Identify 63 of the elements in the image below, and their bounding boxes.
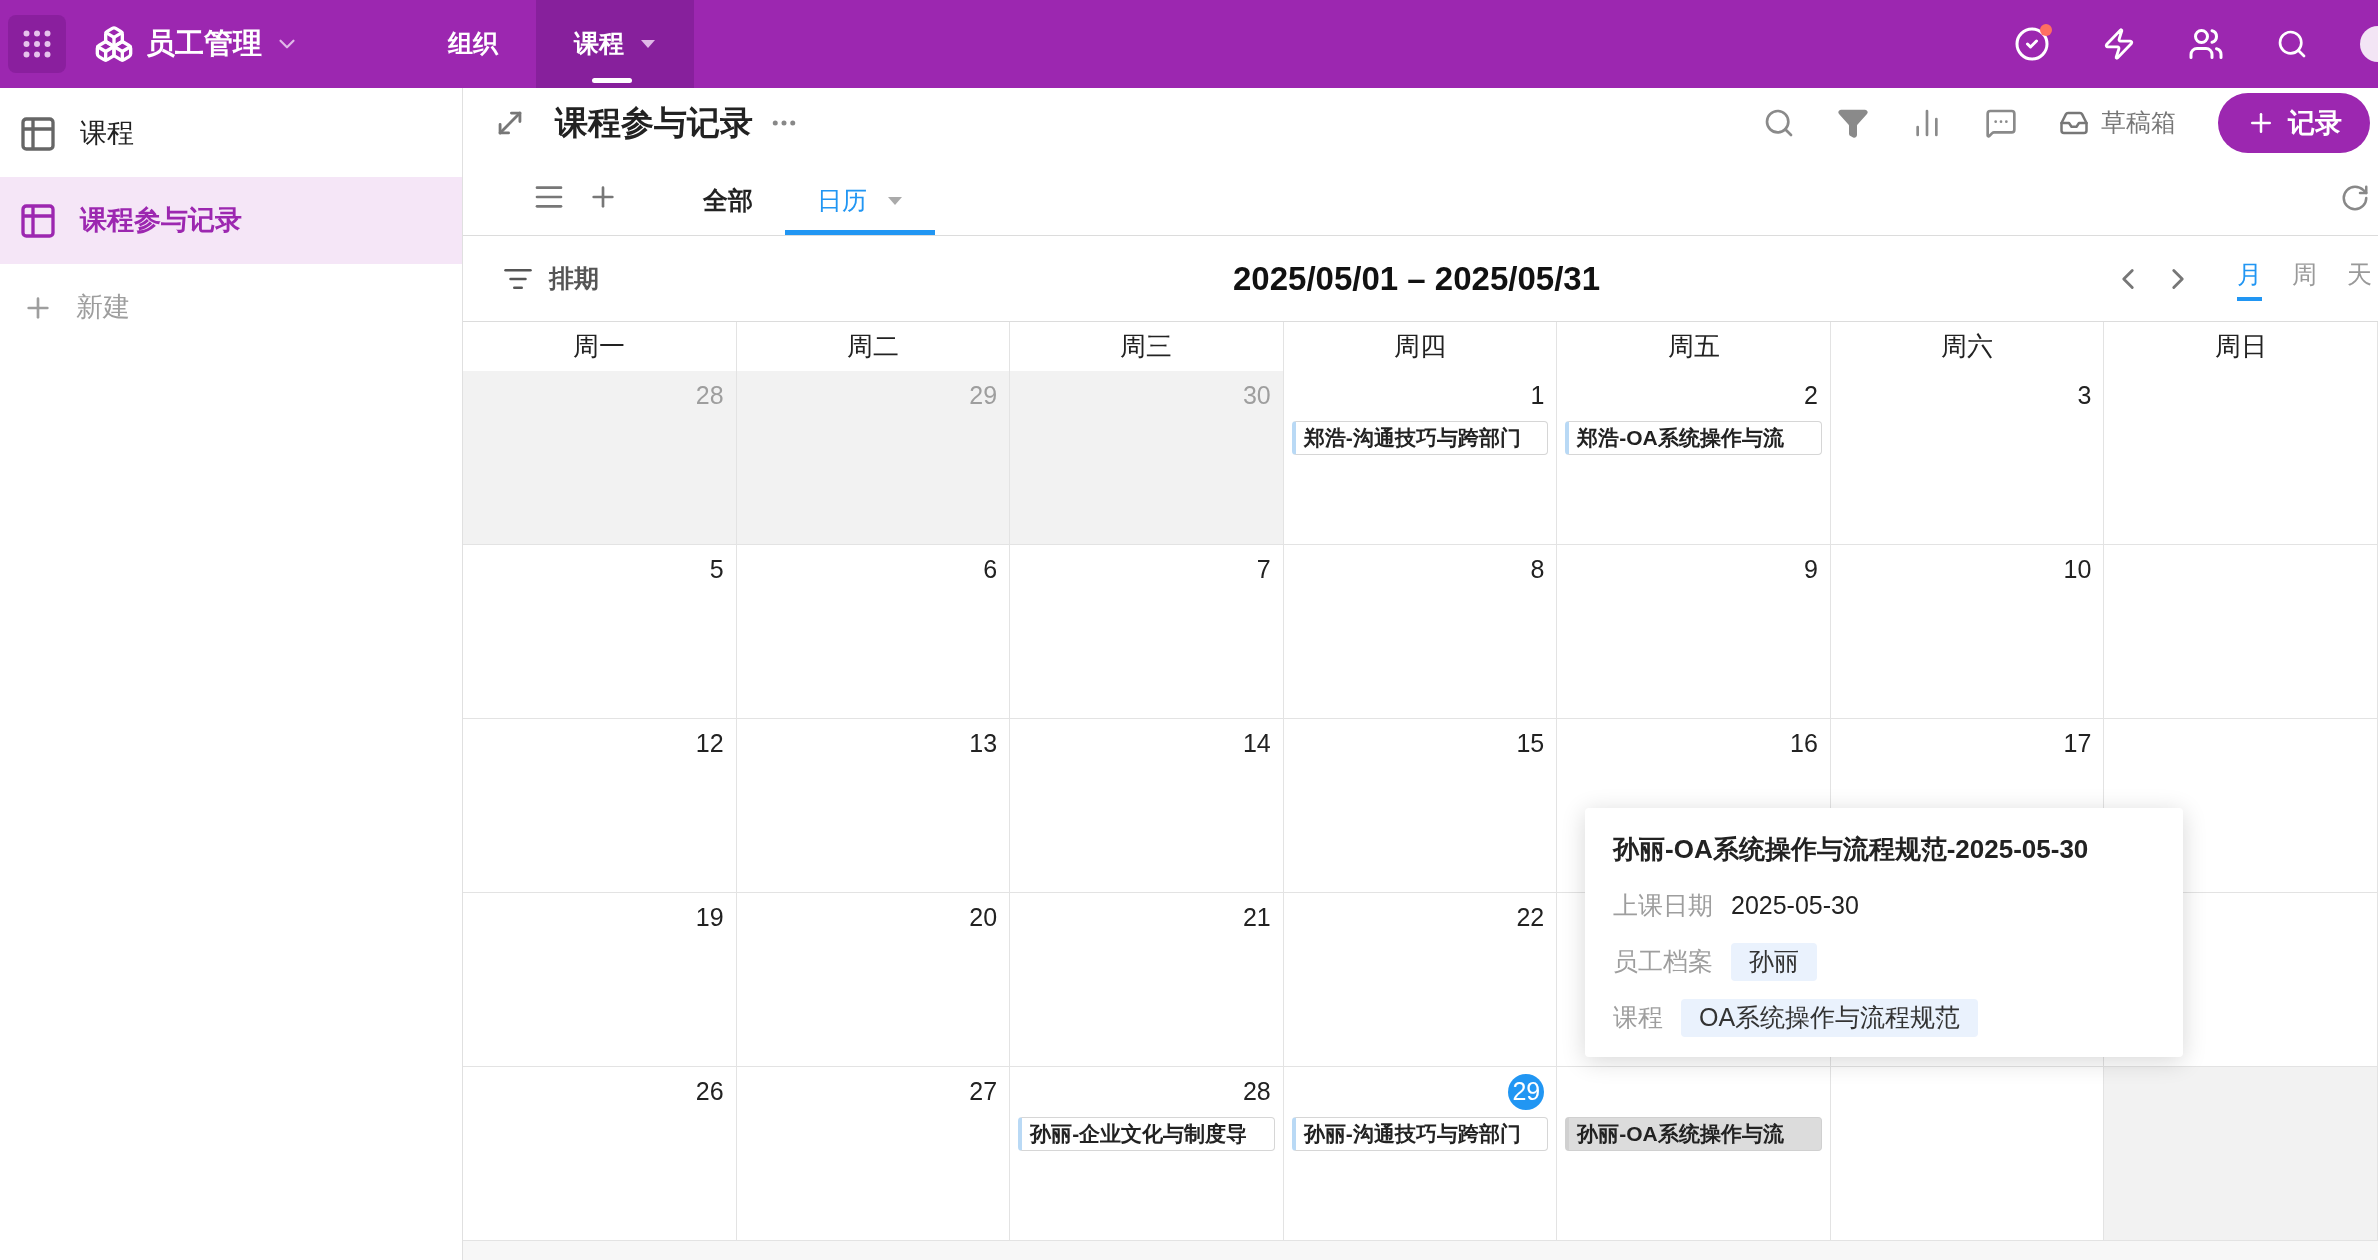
event-chip[interactable]: 孙丽-企业文化与制度导: [1018, 1117, 1275, 1151]
people-icon[interactable]: [2188, 26, 2224, 62]
app-title: 员工管理: [146, 26, 262, 62]
date-range: 2025/05/01 – 2025/05/31: [1233, 258, 1600, 299]
field-value: 2025-05-30: [1731, 890, 1859, 922]
popup-title: 孙丽-OA系统操作与流程规范-2025-05-30: [1613, 833, 2090, 866]
day-number: 27: [969, 1076, 998, 1108]
day-number: 10: [2063, 554, 2092, 586]
day-number: 22: [1516, 902, 1545, 934]
event-chip[interactable]: 郑浩-OA系统操作与流: [1565, 421, 1822, 455]
tab-indicator: [592, 78, 632, 83]
day-number: 19: [695, 902, 724, 934]
page-title: 课程参与记录: [555, 103, 753, 144]
event-chip[interactable]: 孙丽-OA系统操作与流: [1565, 1117, 1822, 1151]
add-record-button[interactable]: 记录: [2218, 93, 2370, 153]
search-icon[interactable]: [1763, 107, 1795, 139]
apps-button[interactable]: [8, 15, 66, 73]
day-number: 14: [1242, 728, 1271, 760]
day-number: 28: [1242, 1076, 1271, 1108]
caret-icon: [887, 195, 903, 206]
day-number: 28: [695, 380, 724, 412]
field-label: 员工档案: [1613, 946, 1713, 978]
field-label: 上课日期: [1613, 890, 1713, 922]
day-number: 3: [2077, 380, 2092, 412]
day-number: 26: [695, 1076, 724, 1108]
field-label: 课程: [1613, 1002, 1663, 1034]
day-number: 6: [983, 554, 998, 586]
avatar[interactable]: [2360, 26, 2378, 62]
day-number: 9: [1803, 554, 1818, 586]
comment-icon[interactable]: [1985, 107, 2017, 139]
caret-icon: [640, 39, 656, 49]
lightning-icon[interactable]: [2102, 27, 2136, 61]
logo-icon: [94, 24, 134, 64]
view-tab[interactable]: 全部: [671, 171, 785, 235]
day-number: 21: [1242, 902, 1271, 934]
drafts-button[interactable]: 草稿箱: [2059, 104, 2176, 142]
day-number: 20: [969, 902, 998, 934]
day-number: 5: [709, 554, 724, 586]
sidebar-item[interactable]: 课程: [0, 90, 462, 177]
field-tag: OA系统操作与流程规范: [1681, 999, 1979, 1037]
sort-button[interactable]: 排期: [503, 259, 599, 298]
today-date: 29: [1508, 1074, 1545, 1110]
event-chip[interactable]: 郑浩-沟通技巧与跨部门: [1291, 421, 1549, 455]
filter-icon[interactable]: [1837, 107, 1869, 139]
nav-tab[interactable]: 组织: [410, 0, 536, 88]
refresh-icon[interactable]: [2340, 183, 2370, 213]
day-number: 12: [695, 728, 724, 760]
search-icon[interactable]: [2276, 28, 2308, 60]
day-number: 8: [1530, 554, 1545, 586]
nav-tab[interactable]: 课程: [536, 0, 694, 88]
task-check-icon[interactable]: [2014, 26, 2050, 62]
day-number: 7: [1256, 554, 1271, 586]
day-number: 13: [969, 728, 998, 760]
day-number: 2: [1803, 380, 1818, 412]
day-number: 16: [1790, 728, 1818, 760]
day-number: 30: [1242, 380, 1271, 412]
day-number: 1: [1530, 380, 1545, 412]
day-number: 17: [2063, 728, 2092, 760]
sidebar-item[interactable]: 课程参与记录: [0, 177, 462, 264]
day-number: 15: [1516, 728, 1545, 760]
day-number: 29: [969, 380, 998, 412]
event-chip[interactable]: 孙丽-沟通技巧与跨部门: [1291, 1117, 1549, 1151]
field-tag: 孙丽: [1731, 943, 1817, 981]
